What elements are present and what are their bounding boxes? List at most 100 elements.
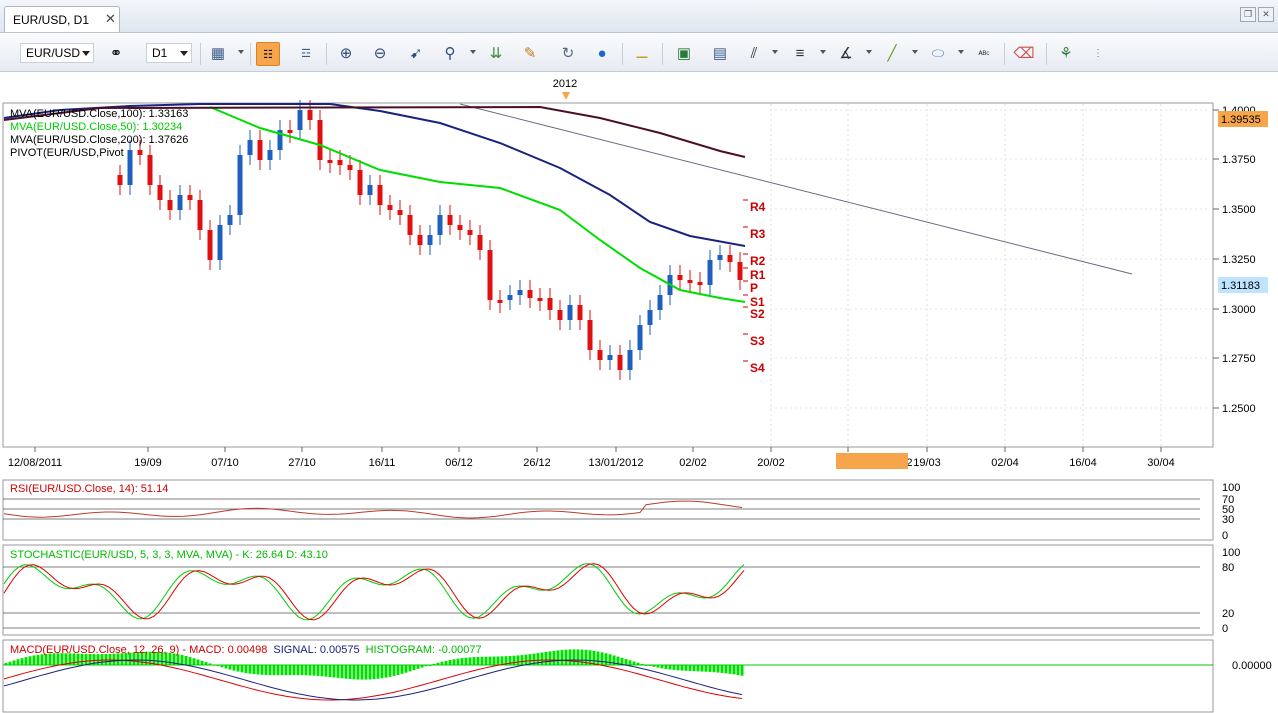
macd-zero-tick: 0.00000: [1232, 660, 1272, 672]
macd-histogram-bar: [36, 654, 40, 665]
zoom-in-icon[interactable]: ⊕: [334, 42, 358, 66]
macd-histogram-bar: [564, 649, 568, 665]
macd-histogram-bar: [264, 665, 268, 675]
macd-histogram-bar: [732, 665, 736, 675]
eraser-icon[interactable]: ⌫: [1012, 42, 1036, 66]
symbol-select[interactable]: EUR/USD: [20, 43, 94, 63]
candle-body: [347, 165, 353, 170]
macd-histogram-bar: [548, 651, 552, 665]
autoscroll-icon[interactable]: ⇊: [484, 42, 508, 66]
hierarchy-icon[interactable]: ⚘: [1054, 42, 1078, 66]
macd-histogram-bar: [328, 665, 332, 678]
template-icon[interactable]: ▤: [708, 42, 732, 66]
macd-histogram-bar: [348, 665, 352, 680]
candle-body: [637, 325, 643, 350]
macd-histogram-bar: [472, 657, 476, 665]
horizontal-lines-icon[interactable]: ≡: [788, 42, 812, 66]
candle-body: [487, 250, 493, 300]
timeframe-select[interactable]: D1: [146, 43, 192, 63]
macd-histogram-bar: [388, 665, 392, 677]
chart-area[interactable]: 2012 R4R3R2R1PS1S2S3S4 MVA(EUR/USD.Close…: [0, 73, 1278, 713]
close-tab-icon[interactable]: ✕: [105, 11, 116, 27]
macd-histogram-bar: [488, 656, 492, 665]
candle-body: [287, 130, 293, 133]
ruler-icon[interactable]: ⚊: [630, 42, 654, 66]
stochastic-pane[interactable]: STOCHASTIC(EUR/USD, 5, 3, 3, MVA, MVA) -…: [2, 544, 1240, 636]
chart-type-icon[interactable]: ▦: [206, 42, 230, 66]
cursor-icon[interactable]: ➹: [404, 42, 428, 66]
candle-body: [217, 225, 223, 260]
macd-histogram-bar: [20, 658, 24, 665]
line-studies-icon[interactable]: ⫽: [742, 42, 766, 66]
more-options-icon[interactable]: ⋮: [1086, 42, 1110, 66]
time-tick-label: 30/04: [1147, 457, 1175, 469]
timeframe-select-value: D1: [152, 46, 168, 60]
time-tick-label: 07/10: [211, 457, 239, 469]
rsi-label: RSI(EUR/USD.Close, 14): 51.14: [10, 483, 168, 495]
price-tick-label: 1.2750: [1222, 353, 1256, 365]
macd-pane[interactable]: MACD(EUR/USD.Close, 12, 26, 9) - MACD: 0…: [2, 639, 1272, 713]
macd-histogram-bar: [708, 665, 712, 672]
candle-body: [387, 205, 393, 210]
pivot-level-label: P: [750, 281, 758, 295]
candle-body: [497, 300, 503, 303]
remove-symbol-icon[interactable]: ⚭: [104, 42, 128, 66]
image-icon[interactable]: ▣: [672, 42, 696, 66]
macd-histogram-bar: [324, 665, 328, 677]
macd-histogram-bar: [16, 659, 20, 665]
macd-histogram-bar: [720, 665, 724, 673]
candle-body: [307, 110, 313, 120]
pivot-level-label: S4: [750, 361, 765, 375]
macd-histogram-bar: [728, 665, 732, 674]
text-label-icon[interactable]: ᴬᴮᶜ: [972, 42, 996, 66]
candle-body: [357, 170, 363, 195]
close-window-icon[interactable]: ✕: [1258, 7, 1274, 22]
macd-histogram-bar: [604, 653, 608, 665]
zoom-area-icon[interactable]: ⚲: [438, 42, 462, 66]
macd-histogram-bar: [660, 665, 664, 669]
macd-histogram-bar: [336, 665, 340, 678]
macd-histogram-bar: [368, 665, 372, 680]
chart-tab[interactable]: EUR/USD, D1 ✕: [4, 6, 120, 32]
time-tick-label: 19/09: [134, 457, 162, 469]
price-tick-label: 1.2500: [1222, 403, 1256, 415]
globe-icon[interactable]: ●: [590, 42, 614, 66]
zoom-out-icon[interactable]: ⊖: [368, 42, 392, 66]
macd-histogram-bar: [228, 665, 232, 670]
macd-histogram-bar: [484, 656, 488, 665]
bars-icon[interactable]: ☲: [294, 42, 318, 66]
candle-body: [647, 310, 653, 325]
candle-body: [117, 175, 123, 185]
ellipse-icon[interactable]: ⬭: [926, 42, 950, 66]
refresh-icon[interactable]: ↻: [556, 42, 580, 66]
candle-body: [297, 110, 303, 130]
candle-body: [697, 282, 703, 285]
macd-histogram-bar: [664, 665, 668, 669]
candles-icon[interactable]: ☷: [256, 42, 280, 66]
macd-histogram-bar: [592, 650, 596, 665]
macd-histogram-bar: [272, 665, 276, 676]
macd-histogram-bar: [460, 658, 464, 665]
candle-body: [547, 298, 553, 310]
candle-body: [457, 225, 463, 230]
macd-histogram-bar: [344, 665, 348, 679]
macd-histogram-bar: [224, 665, 228, 669]
legend-entry: MVA(EUR/USD.Close,100): 1.33163: [10, 108, 188, 120]
candle-body: [737, 262, 743, 280]
price-tick-label: 1.3250: [1222, 254, 1256, 266]
restore-window-icon[interactable]: ❐: [1240, 7, 1256, 22]
fan-icon[interactable]: ∡: [834, 42, 858, 66]
candle-body: [167, 200, 173, 210]
macd-histogram-bar: [552, 650, 556, 665]
chart-tab-title: EUR/USD, D1: [13, 13, 90, 27]
rsi-pane[interactable]: RSI(EUR/USD.Close, 14): 51.14 1007050300: [2, 479, 1240, 542]
candle-body: [627, 350, 633, 370]
toolbar: EUR/USD ⚭ D1 ▦ ☷ ☲ ⊕ ⊖ ➹ ⚲ ⇊ ✎ ↻ ● ⚊ ▣ ▤…: [0, 34, 1278, 72]
properties-icon[interactable]: ✎: [518, 42, 542, 66]
rsi-tick-label: 100: [1222, 482, 1240, 494]
candle-body: [617, 355, 623, 370]
macd-histogram-bar: [572, 649, 576, 665]
macd-histogram-bar: [492, 656, 496, 665]
candle-body: [557, 310, 563, 320]
trend-line-icon[interactable]: ╱: [880, 42, 904, 66]
